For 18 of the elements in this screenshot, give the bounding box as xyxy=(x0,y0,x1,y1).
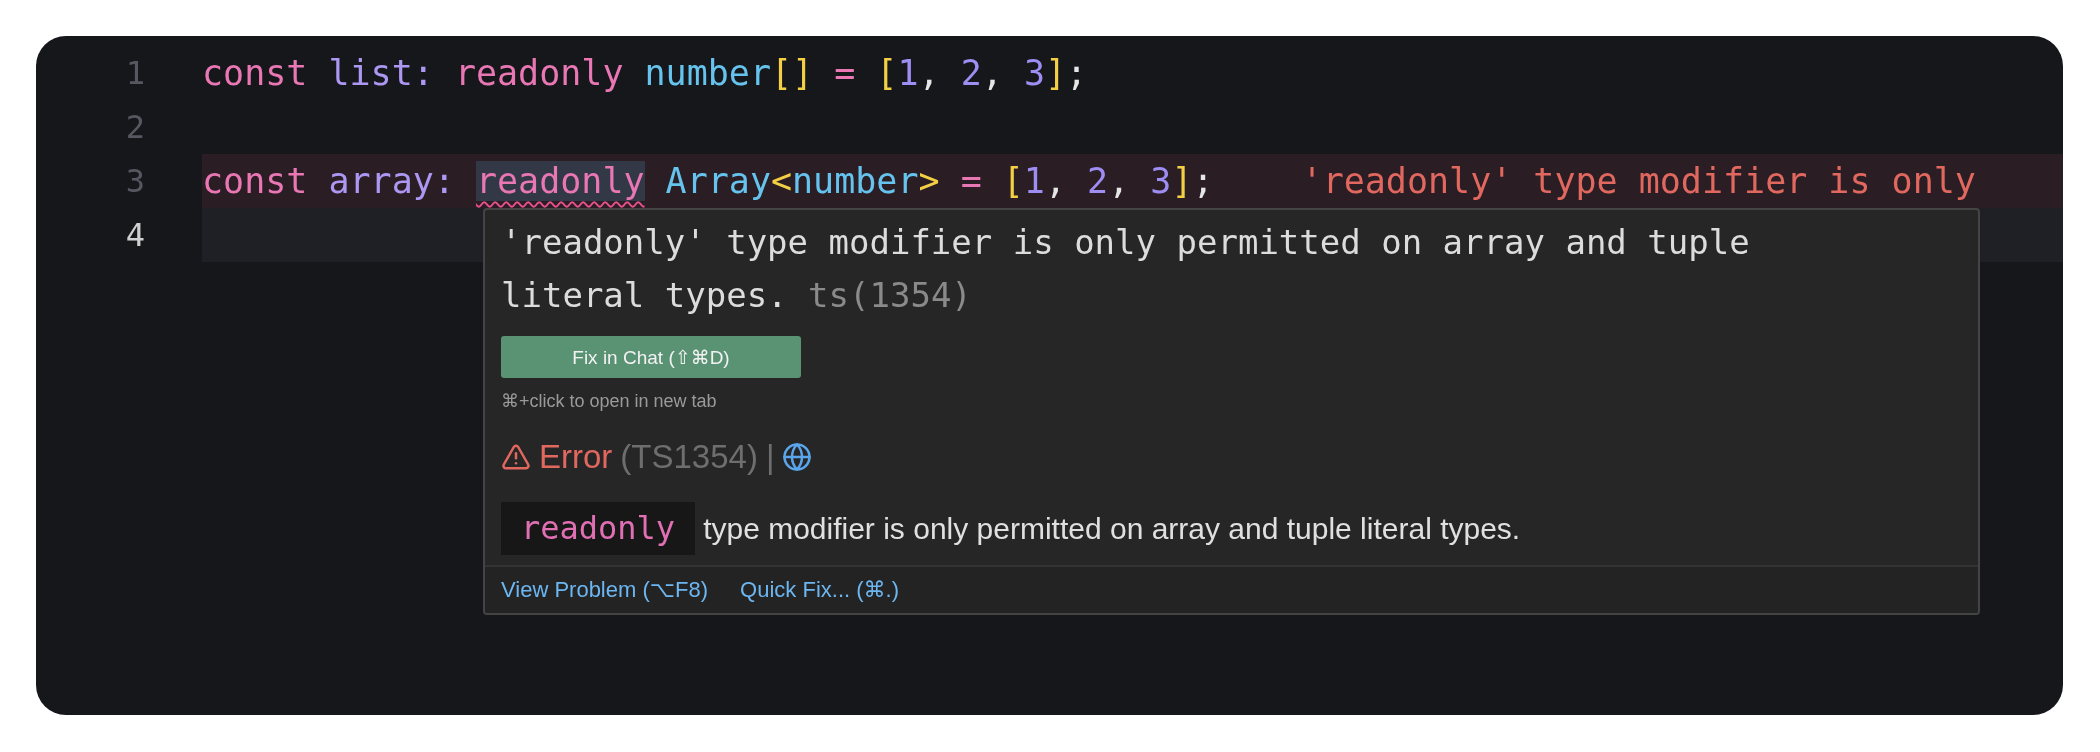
error-code: (TS1354) xyxy=(620,438,758,476)
code-chip: readonly xyxy=(501,502,696,555)
code-line: const array: readonly Array<number> = [1, 2, 3]; xyxy=(202,160,1214,203)
description-text: type modifier is only permitted on array and tuple literal types. xyxy=(703,511,1521,546)
action-link[interactable]: Quick Fix... (⌘.) xyxy=(740,577,899,603)
code-line: const list: readonly number[] = [1, 2, 3]; xyxy=(202,52,1088,95)
line-number: 4 xyxy=(125,215,145,256)
warning-icon xyxy=(501,442,531,472)
line-number: 1 xyxy=(125,53,145,94)
globe-icon[interactable] xyxy=(782,442,813,472)
severity-label: Error xyxy=(539,438,613,476)
separator: | xyxy=(765,438,775,476)
action-link[interactable]: View Problem (⌥F8) xyxy=(501,577,709,603)
hint-text: ⌘+click to open in new tab xyxy=(501,390,718,412)
line-number: 2 xyxy=(125,107,145,148)
inline-error-text: 'readonly' type modifier is only xyxy=(1301,160,1976,203)
line-number: 3 xyxy=(125,161,145,202)
error-message: 'readonly' type modifier is only permitted on array and tuple literal types. ts(1354) xyxy=(501,221,1751,317)
